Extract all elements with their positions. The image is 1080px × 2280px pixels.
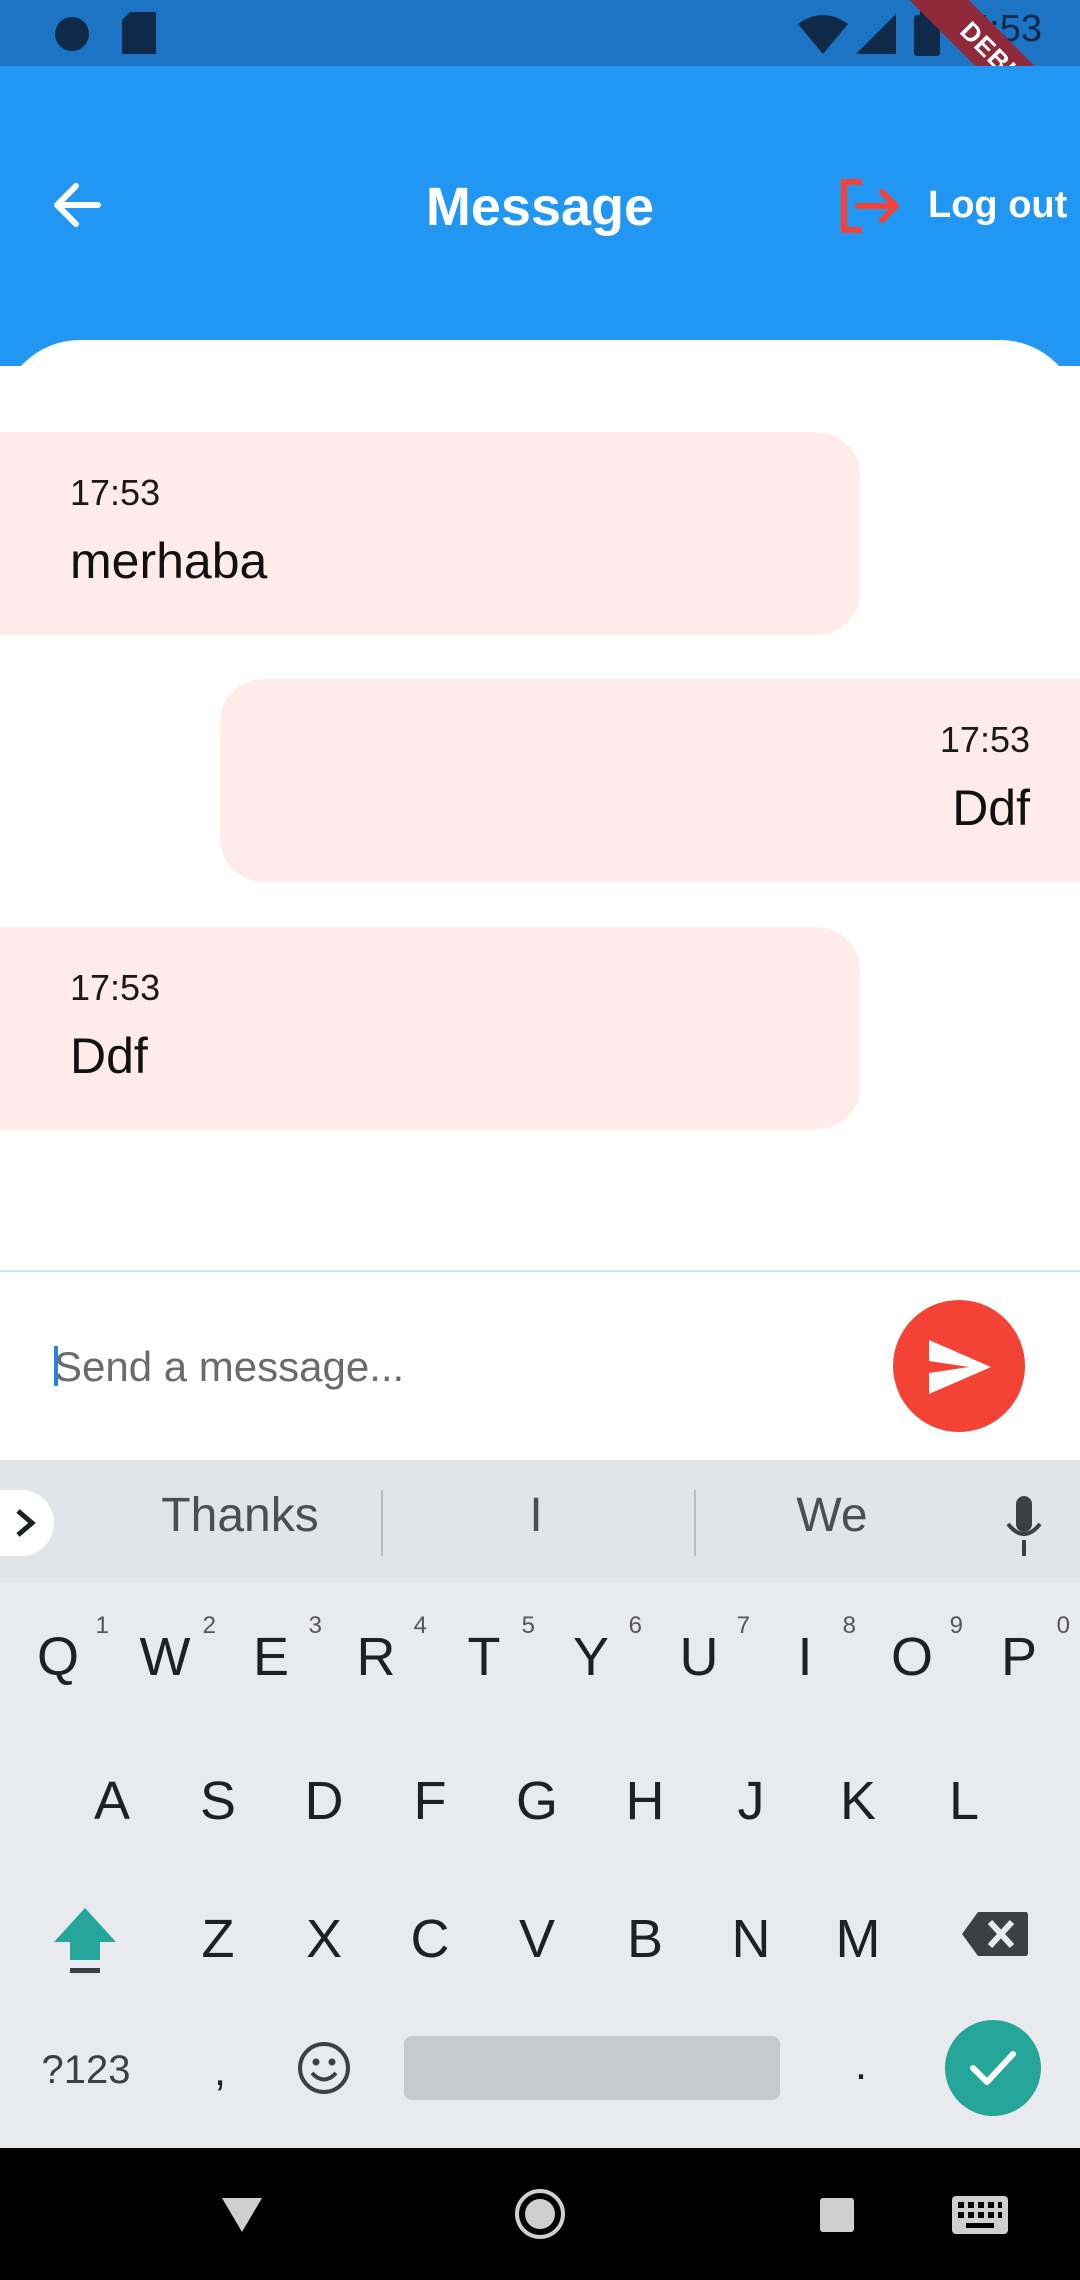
back-nav-icon[interactable] bbox=[222, 2198, 262, 2232]
key-r[interactable]: R4 bbox=[331, 1612, 428, 1688]
suggestion-item[interactable]: We bbox=[732, 1488, 932, 1543]
key-f[interactable]: F bbox=[385, 1770, 475, 1832]
key-a[interactable]: A bbox=[67, 1770, 157, 1832]
key-j[interactable]: J bbox=[706, 1770, 796, 1832]
key-x[interactable]: X bbox=[279, 1908, 369, 1970]
key-c[interactable]: C bbox=[385, 1908, 475, 1970]
key-k[interactable]: K bbox=[813, 1770, 903, 1832]
key-e[interactable]: E3 bbox=[226, 1612, 322, 1688]
logout-button[interactable]: Log out bbox=[928, 184, 1067, 227]
key-z[interactable]: Z bbox=[173, 1908, 263, 1970]
message-bubble: 17:53 Ddf bbox=[220, 679, 1080, 882]
suggestion-item[interactable]: Thanks bbox=[140, 1488, 340, 1543]
message-text: Ddf bbox=[952, 780, 1030, 836]
key-o[interactable]: O9 bbox=[867, 1612, 963, 1688]
message-time: 17:53 bbox=[939, 719, 1030, 760]
page-title: Message bbox=[425, 177, 655, 237]
period-key[interactable]: . bbox=[816, 2040, 906, 2090]
emoji-icon[interactable] bbox=[296, 2040, 352, 2096]
home-nav-icon[interactable] bbox=[514, 2188, 566, 2240]
logout-icon[interactable] bbox=[840, 178, 902, 234]
text-caret bbox=[54, 1346, 58, 1386]
recents-nav-icon[interactable] bbox=[820, 2198, 854, 2232]
suggestion-divider bbox=[381, 1490, 383, 1556]
key-b[interactable]: B bbox=[600, 1908, 690, 1970]
key-g[interactable]: G bbox=[492, 1770, 582, 1832]
done-key[interactable] bbox=[945, 2020, 1041, 2116]
shift-icon[interactable] bbox=[52, 1906, 118, 1976]
key-p[interactable]: P0 bbox=[974, 1612, 1070, 1688]
backspace-icon[interactable] bbox=[960, 1910, 1030, 1958]
comma-key[interactable]: , bbox=[175, 2046, 265, 2096]
key-v[interactable]: V bbox=[492, 1908, 582, 1970]
space-key[interactable] bbox=[404, 2036, 780, 2100]
send-icon bbox=[929, 1340, 991, 1394]
check-icon bbox=[970, 2051, 1016, 2085]
key-w[interactable]: W2 bbox=[120, 1612, 216, 1688]
key-i[interactable]: I8 bbox=[760, 1612, 856, 1688]
key-m[interactable]: M bbox=[813, 1908, 903, 1970]
keyboard-switch-icon[interactable] bbox=[952, 2196, 1008, 2234]
suggestion-divider bbox=[694, 1490, 696, 1556]
key-t[interactable]: T5 bbox=[439, 1612, 536, 1688]
message-bubble: 17:53 merhaba bbox=[0, 432, 860, 635]
key-l[interactable]: L bbox=[919, 1770, 1009, 1832]
key-s[interactable]: S bbox=[173, 1770, 263, 1832]
symbols-key[interactable]: ?123 bbox=[36, 2048, 136, 2093]
message-bubble: 17:53 Ddf bbox=[0, 927, 860, 1130]
status-dot-icon bbox=[55, 17, 89, 51]
key-n[interactable]: N bbox=[706, 1908, 796, 1970]
message-time: 17:53 bbox=[70, 472, 161, 513]
message-text: Ddf bbox=[70, 1028, 148, 1084]
chevron-right-icon bbox=[16, 1509, 36, 1537]
message-time: 17:53 bbox=[70, 967, 161, 1008]
key-h[interactable]: H bbox=[600, 1770, 690, 1832]
key-y[interactable]: Y6 bbox=[546, 1612, 642, 1688]
key-u[interactable]: U7 bbox=[654, 1612, 751, 1688]
chat-panel: 17:53 merhaba 17:53 Ddf 17:53 Ddf bbox=[0, 340, 1080, 1270]
signal-icon bbox=[856, 14, 896, 54]
suggestion-item[interactable]: I bbox=[436, 1488, 636, 1543]
message-input[interactable] bbox=[54, 1332, 854, 1402]
sd-card-icon bbox=[122, 12, 156, 54]
app-bar: Message Log out bbox=[0, 66, 1080, 366]
wifi-icon bbox=[798, 15, 848, 54]
send-button[interactable] bbox=[893, 1300, 1025, 1432]
system-nav-bar bbox=[0, 2148, 1080, 2280]
message-text: merhaba bbox=[70, 533, 268, 589]
status-bar: 5:53 DEBUG bbox=[0, 0, 1080, 182]
key-d[interactable]: D bbox=[279, 1770, 369, 1832]
key-q[interactable]: Q1 bbox=[13, 1612, 109, 1688]
mic-icon[interactable] bbox=[1004, 1496, 1044, 1558]
